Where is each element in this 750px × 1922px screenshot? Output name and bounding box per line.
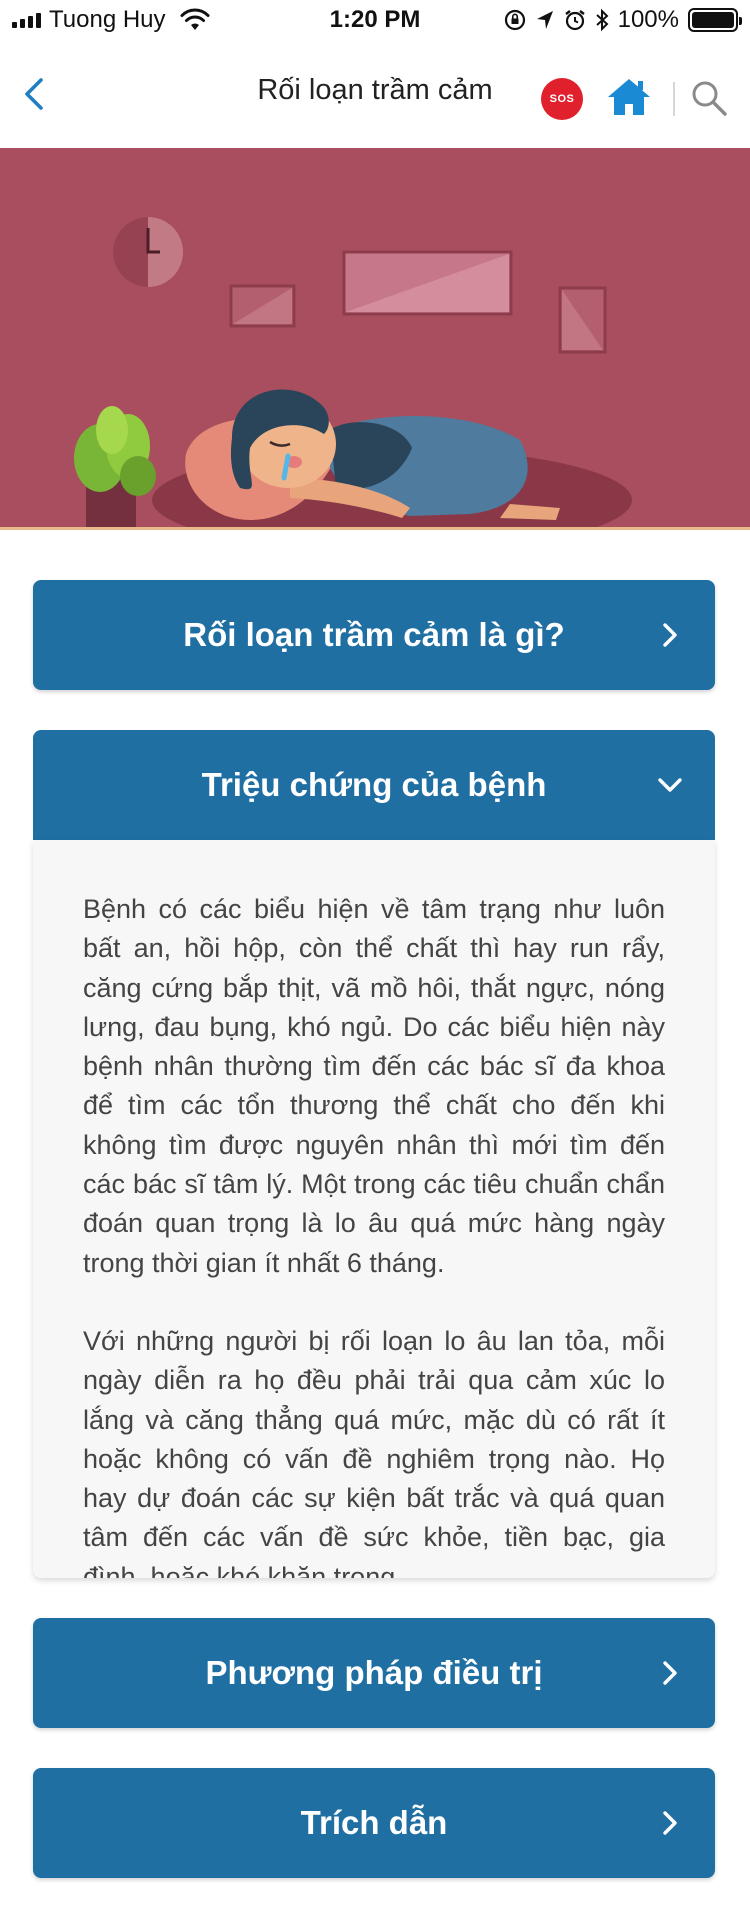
- sleeping-woman-illustration: [0, 148, 750, 530]
- nav-divider: [673, 82, 675, 116]
- location-arrow-icon: [536, 11, 553, 29]
- content-paragraph: Với những người bị rối loạn lo âu lan tỏ…: [83, 1325, 665, 1578]
- hero-illustration: [0, 148, 750, 530]
- chevron-left-icon: [25, 78, 43, 110]
- orientation-lock-icon: [504, 9, 525, 31]
- chevron-down-icon: [658, 778, 682, 792]
- chevron-right-icon: [663, 1661, 677, 1685]
- page-title: Rối loạn trầm cảm: [257, 74, 493, 106]
- hero-divider: [0, 527, 750, 530]
- battery-icon: [688, 8, 742, 32]
- section-treatment[interactable]: Phương pháp điều trị: [33, 1618, 715, 1728]
- nav-bar: Rối loạn trầm cảm SOS: [0, 40, 750, 148]
- wall-clock-icon: [113, 217, 183, 287]
- section-references[interactable]: Trích dẫn: [33, 1768, 715, 1878]
- sos-button[interactable]: SOS: [541, 78, 583, 120]
- chevron-right-icon: [663, 1811, 677, 1835]
- section-symptoms[interactable]: Triệu chứng của bệnh: [33, 730, 715, 840]
- section-title: Rối loạn trầm cảm là gì?: [183, 616, 565, 653]
- bluetooth-icon: [595, 8, 609, 32]
- section-title: Phương pháp điều trị: [205, 1654, 543, 1691]
- section-symptoms-content: Bệnh có các biểu hiện về tâm trạng như l…: [33, 840, 715, 1578]
- chevron-right-icon: [663, 623, 677, 647]
- status-bar: Tuong Huy 1:20 PM 100%: [0, 0, 750, 40]
- status-right: 100%: [504, 6, 742, 34]
- search-icon[interactable]: [689, 78, 729, 118]
- battery-percent: 100%: [617, 6, 679, 33]
- section-title: Triệu chứng của bệnh: [201, 766, 547, 803]
- section-what-is-depression[interactable]: Rối loạn trầm cảm là gì?: [33, 580, 715, 690]
- home-icon[interactable]: [606, 76, 652, 118]
- alarm-icon: [564, 10, 585, 31]
- section-title: Trích dẫn: [300, 1804, 448, 1841]
- content-paragraph: Bệnh có các biểu hiện về tâm trạng như l…: [83, 894, 665, 1278]
- back-button[interactable]: [14, 74, 54, 114]
